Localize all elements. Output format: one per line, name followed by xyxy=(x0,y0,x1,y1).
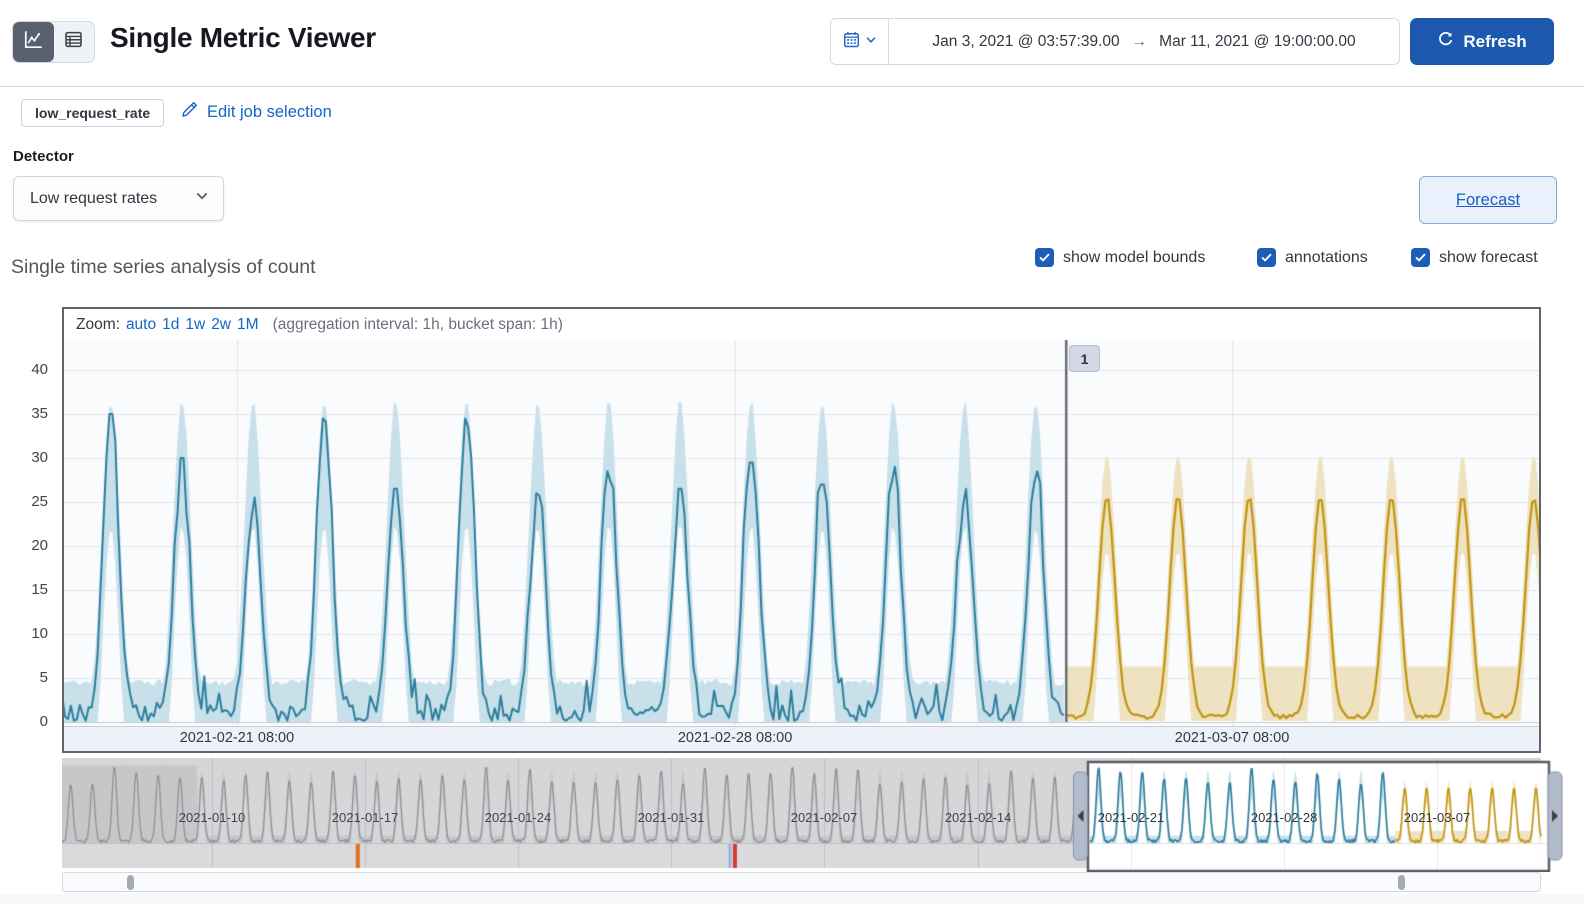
refresh-icon xyxy=(1437,31,1454,53)
detector-selected-value: Low request rates xyxy=(30,189,158,207)
zoom-link-1M[interactable]: 1M xyxy=(237,316,259,334)
chart-view-button[interactable] xyxy=(13,22,54,62)
line-chart-icon xyxy=(24,30,43,54)
annotations-checkbox[interactable] xyxy=(1257,248,1276,267)
context-window-label: 2021-02-21 xyxy=(1097,810,1165,825)
calendar-icon xyxy=(843,31,860,53)
refresh-label: Refresh xyxy=(1463,31,1527,51)
y-axis-label: 0 xyxy=(39,713,48,730)
page-background-strip xyxy=(0,894,1584,904)
pencil-icon xyxy=(181,101,198,123)
chevron-down-icon xyxy=(865,33,877,51)
table-view-button[interactable] xyxy=(54,22,95,62)
navigator-scrollbar-thumb-left[interactable] xyxy=(127,875,134,890)
single-metric-viewer-page: Single Metric Viewer Jan 3, 2021 @ 03:57… xyxy=(0,0,1584,904)
zoom-label: Zoom: xyxy=(76,315,120,333)
aggregation-interval-note: (aggregation interval: 1h, bucket span: … xyxy=(272,315,563,333)
x-axis-label: 2021-02-21 08:00 xyxy=(179,730,295,746)
refresh-button[interactable]: Refresh xyxy=(1410,18,1554,65)
date-range-display: Jan 3, 2021 @ 03:57:39.00 → Mar 11, 2021… xyxy=(889,19,1399,64)
view-toggle-group xyxy=(12,21,95,63)
context-window-label: 2021-02-28 xyxy=(1250,810,1318,825)
navigator-scrollbar-thumb-right[interactable] xyxy=(1398,875,1405,890)
y-axis-label: 35 xyxy=(31,405,48,422)
header-divider xyxy=(0,86,1584,87)
context-axis-label: 2021-01-24 xyxy=(484,810,552,825)
y-axis-label: 40 xyxy=(31,361,48,378)
end-date-button[interactable]: Mar 11, 2021 @ 19:00:00.00 xyxy=(1159,33,1355,51)
forecast-button[interactable]: Forecast xyxy=(1419,176,1557,224)
navigator-scrollbar-track[interactable] xyxy=(62,872,1541,892)
context-axis-label: 2021-02-14 xyxy=(944,810,1012,825)
chevron-down-icon xyxy=(195,189,209,208)
toggle-annotations: annotations xyxy=(1257,248,1368,267)
y-axis-label: 10 xyxy=(31,625,48,642)
x-axis-label: 2021-02-28 08:00 xyxy=(677,730,793,746)
show-forecast-checkbox[interactable] xyxy=(1411,248,1430,267)
zoom-link-1w[interactable]: 1w xyxy=(185,316,205,334)
page-title: Single Metric Viewer xyxy=(110,22,376,53)
detector-label: Detector xyxy=(13,148,74,165)
context-window-label: 2021-03-07 xyxy=(1403,810,1471,825)
start-date-button[interactable]: Jan 3, 2021 @ 03:57:39.00 xyxy=(932,33,1119,51)
annotation-badge[interactable]: 1 xyxy=(1069,345,1100,372)
toggle-show-model-bounds: show model bounds xyxy=(1035,248,1205,267)
context-axis-label: 2021-01-31 xyxy=(637,810,705,825)
date-range-picker: Jan 3, 2021 @ 03:57:39.00 → Mar 11, 2021… xyxy=(830,18,1400,65)
context-axis-label: 2021-01-17 xyxy=(331,810,399,825)
y-axis-label: 30 xyxy=(31,449,48,466)
job-id-badge: low_request_rate xyxy=(21,99,165,127)
context-axis-label: 2021-01-10 xyxy=(178,810,246,825)
edit-job-selection-link[interactable]: Edit job selection xyxy=(181,101,332,123)
zoom-link-2w[interactable]: 2w xyxy=(211,316,231,334)
show-forecast-label: show forecast xyxy=(1439,248,1538,266)
quick-select-menu-button[interactable] xyxy=(831,19,889,64)
y-axis-label: 20 xyxy=(31,537,48,554)
context-axis-label: 2021-02-07 xyxy=(790,810,858,825)
y-axis-label: 25 xyxy=(31,493,48,510)
chart-zoom-toolbar: Zoom: auto 1d 1w 2w 1M (aggregation inte… xyxy=(64,310,1546,339)
show-model-bounds-label: show model bounds xyxy=(1063,248,1206,266)
zoom-link-auto[interactable]: auto xyxy=(126,316,156,334)
show-model-bounds-checkbox[interactable] xyxy=(1035,248,1054,267)
zoom-link-1d[interactable]: 1d xyxy=(162,316,179,334)
annotations-label: annotations xyxy=(1285,248,1368,266)
edit-job-selection-label: Edit job selection xyxy=(207,102,332,121)
date-range-arrow-icon: → xyxy=(1131,32,1148,50)
toggle-show-forecast: show forecast xyxy=(1411,248,1538,267)
y-axis-label: 5 xyxy=(39,669,48,686)
detector-select[interactable]: Low request rates xyxy=(13,176,224,221)
analysis-heading: Single time series analysis of count xyxy=(11,256,316,278)
time-series-plot[interactable] xyxy=(64,340,1539,726)
y-axis-label: 15 xyxy=(31,581,48,598)
table-icon xyxy=(64,30,83,54)
x-axis-label: 2021-03-07 08:00 xyxy=(1174,730,1290,746)
